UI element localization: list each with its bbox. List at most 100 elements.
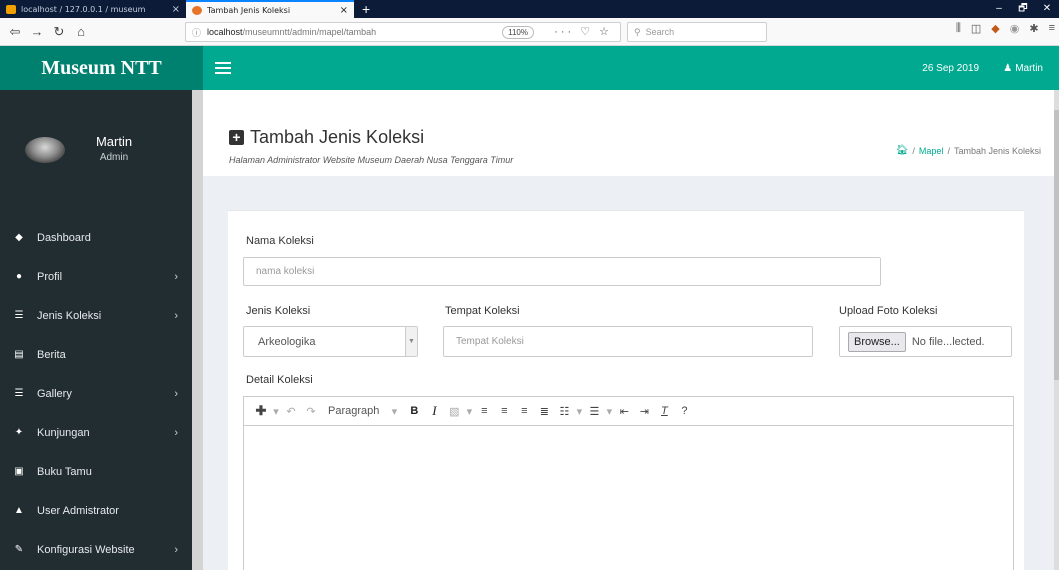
breadcrumb-separator: / <box>912 145 915 156</box>
upload-foto-input[interactable]: Browse... No file...lected. <box>839 326 1012 357</box>
sidebar-item-user-admistrator[interactable]: ▲ User Admistrator <box>0 491 192 530</box>
forward-icon[interactable]: → <box>26 24 48 39</box>
sidebar-item-buku-tamu[interactable]: ▣ Buku Tamu <box>0 452 192 491</box>
plus-square-icon: + <box>229 130 244 145</box>
sidebar-item-label: Konfigurasi Website <box>37 543 135 556</box>
breadcrumb-mapel[interactable]: Mapel <box>919 146 944 156</box>
top-navbar: 26 Sep 2019 ♟ Martin <box>203 46 1059 90</box>
page-title: Tambah Jenis Koleksi <box>250 127 425 147</box>
chevron-down-icon[interactable]: ▾ <box>605 405 613 418</box>
chevron-down-icon[interactable]: ▾ <box>385 405 403 418</box>
nama-koleksi-label: Nama Koleksi <box>246 235 314 247</box>
insert-dropdown-icon[interactable]: ▾ <box>272 405 280 418</box>
sidebar-item-jenis-koleksi[interactable]: ☰ Jenis Koleksi › <box>0 296 192 335</box>
sidebar-menu: ◆ Dashboard ● Profil › ☰ Jenis Koleksi ›… <box>0 218 192 569</box>
content-scrollbar[interactable] <box>1054 90 1059 570</box>
wrench-icon: ✎ <box>14 544 24 555</box>
page-subtitle: Halaman Administrator Website Museum Dae… <box>229 155 514 165</box>
menu-icon[interactable]: ≡ <box>1049 22 1055 35</box>
help-icon[interactable]: ? <box>675 405 693 417</box>
header-user-name: Martin <box>1015 62 1043 74</box>
newspaper-icon: ▤ <box>14 349 24 360</box>
browser-nav-bar: ⇦ → ↻ ⌂ ⓘ localhost /museumntt/admin/map… <box>0 18 1059 46</box>
undo-icon[interactable]: ↶ <box>282 405 300 418</box>
jenis-koleksi-select[interactable]: Arkeologika ▼ <box>243 326 418 357</box>
breadcrumb-separator: / <box>947 145 950 156</box>
form-box: Nama Koleksi nama koleksi Jenis Koleksi … <box>228 210 1024 570</box>
extension-icon[interactable]: ◆ <box>991 22 999 35</box>
list-icon: ☰ <box>14 310 24 321</box>
indent-icon[interactable]: ⇥ <box>635 405 653 418</box>
sidebar-toggle-icon[interactable] <box>215 59 231 77</box>
visit-icon: ✦ <box>14 427 24 438</box>
sidebar-item-kunjungan[interactable]: ✦ Kunjungan › <box>0 413 192 452</box>
tempat-koleksi-label: Tempat Koleksi <box>445 305 520 317</box>
restore-icon[interactable]: 🗗 <box>1011 0 1035 18</box>
file-status: No file...lected. <box>911 335 985 348</box>
italic-icon[interactable]: I <box>425 403 443 419</box>
insert-icon[interactable]: ✚ <box>252 403 270 419</box>
sidebar-item-label: Buku Tamu <box>37 465 92 478</box>
clear-format-icon[interactable]: T <box>655 405 673 417</box>
redo-icon[interactable]: ↷ <box>302 405 320 418</box>
bullet-list-icon[interactable]: ☷ <box>555 405 573 418</box>
chevron-right-icon: › <box>174 387 178 400</box>
nama-koleksi-input[interactable]: nama koleksi <box>243 257 881 286</box>
align-left-icon[interactable]: ≡ <box>475 405 493 417</box>
gallery-icon: ☰ <box>14 388 24 399</box>
align-right-icon[interactable]: ≡ <box>515 405 533 417</box>
search-bar[interactable]: ⚲ Search <box>627 22 767 42</box>
detail-koleksi-label: Detail Koleksi <box>246 374 313 386</box>
chevron-right-icon: › <box>174 426 178 439</box>
url-path: /museumntt/admin/mapel/tambah <box>242 27 377 37</box>
align-center-icon[interactable]: ≡ <box>495 405 513 417</box>
minimize-icon[interactable]: – <box>987 0 1011 18</box>
phpmyadmin-favicon-icon <box>6 4 16 14</box>
chevron-down-icon[interactable]: ▾ <box>575 405 583 418</box>
address-bar[interactable]: ⓘ localhost /museumntt/admin/mapel/tamba… <box>185 22 621 42</box>
numbered-list-icon[interactable]: ☰ <box>585 405 603 418</box>
app-logo[interactable]: Museum NTT <box>0 46 203 90</box>
user-menu[interactable]: ♟ Martin <box>1003 63 1043 74</box>
breadcrumb: 🏠︎ / Mapel / Tambah Jenis Koleksi <box>896 145 1041 156</box>
browser-tab-phpmyadmin[interactable]: localhost / 127.0.0.1 / museum × <box>0 0 186 18</box>
sidebar-toggle-icon[interactable]: ◫ <box>971 22 981 35</box>
extension-icon[interactable]: ◉ <box>1010 22 1020 35</box>
format-select[interactable]: Paragraph <box>328 405 379 417</box>
tempat-koleksi-input[interactable]: Tempat Koleksi <box>443 326 813 357</box>
chevron-right-icon: › <box>174 543 178 556</box>
sidebar-item-profil[interactable]: ● Profil › <box>0 257 192 296</box>
outdent-icon[interactable]: ⇤ <box>615 405 633 418</box>
sidebar-item-dashboard[interactable]: ◆ Dashboard <box>0 218 192 257</box>
sidebar-item-berita[interactable]: ▤ Berita <box>0 335 192 374</box>
info-icon[interactable]: ⓘ <box>192 26 201 39</box>
zoom-indicator[interactable]: 110% <box>502 26 534 39</box>
bold-icon[interactable]: B <box>405 405 423 417</box>
page-actions[interactable]: ··· ♡ ☆ <box>554 25 612 38</box>
sidebar-item-label: Gallery <box>37 387 72 400</box>
highlight-icon[interactable]: ▧ <box>445 405 463 418</box>
reload-icon[interactable]: ↻ <box>48 24 70 40</box>
new-tab-button[interactable]: + <box>354 0 378 18</box>
library-icon[interactable]: ⫼ <box>956 22 961 35</box>
align-justify-icon[interactable]: ≣ <box>535 405 553 418</box>
back-icon[interactable]: ⇦ <box>4 24 26 40</box>
sidebar-item-gallery[interactable]: ☰ Gallery › <box>0 374 192 413</box>
sidebar-user-name: Martin <box>95 134 133 149</box>
chevron-down-icon[interactable]: ▾ <box>465 405 473 418</box>
close-window-icon[interactable]: ✕ <box>1035 0 1059 18</box>
sidebar-item-label: Kunjungan <box>37 426 90 439</box>
close-tab-icon[interactable]: × <box>340 5 348 16</box>
current-date: 26 Sep 2019 <box>922 62 979 74</box>
app-header: Museum NTT 26 Sep 2019 ♟ Martin <box>0 46 1059 90</box>
extension-icon[interactable]: ✱ <box>1029 22 1038 35</box>
user-panel: Martin Admin <box>0 90 192 200</box>
sidebar-scrollbar[interactable] <box>192 90 203 570</box>
home-icon[interactable]: 🏠︎ <box>896 145 909 156</box>
site-favicon-icon <box>192 5 202 15</box>
browser-tab-tambah-jenis-koleksi[interactable]: Tambah Jenis Koleksi × <box>186 0 354 18</box>
close-tab-icon[interactable]: × <box>172 4 180 15</box>
browse-button[interactable]: Browse... <box>848 331 906 352</box>
sidebar-item-konfigurasi-website[interactable]: ✎ Konfigurasi Website › <box>0 530 192 569</box>
home-icon[interactable]: ⌂ <box>70 24 92 39</box>
